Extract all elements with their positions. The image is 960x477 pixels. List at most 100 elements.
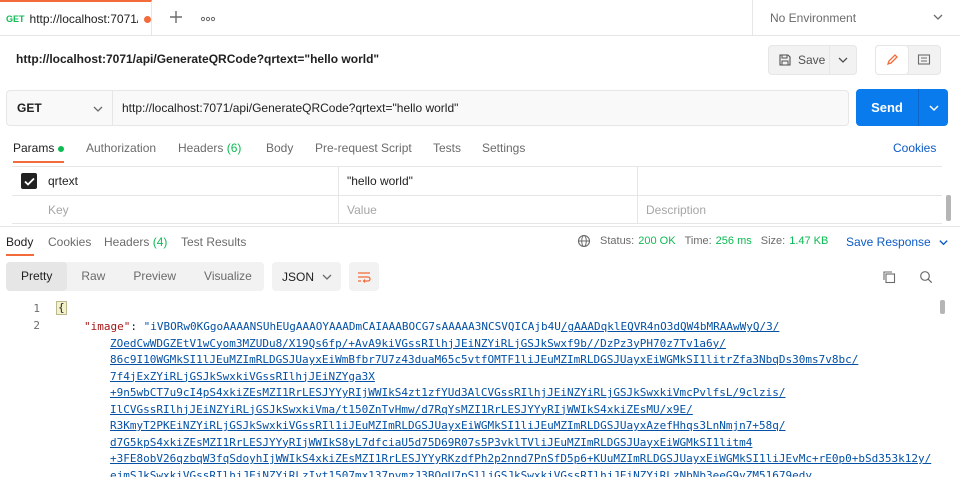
json-value-continuation[interactable]: 86c9I10WGMkSI1lJEuMZImRLDGSJUayxEiWmBfbr… [110,352,858,369]
editor-scrollbar[interactable] [940,300,945,314]
json-key: "image" [84,320,131,333]
chevron-down-icon [93,106,103,112]
wrap-lines-icon [358,271,371,283]
param-value-cell[interactable]: "hello world" [338,167,637,195]
tab-params[interactable]: Params [13,141,65,155]
more-horizontal-icon [200,16,216,22]
tab-body[interactable]: Body [266,141,293,155]
params-table: qrtext "hello world" Key Value Descripti… [12,166,942,224]
table-row: Key Value Description [12,195,942,224]
tab-params-label: Params [13,141,55,155]
tab-response-body[interactable]: Body [6,235,33,249]
size-value[interactable]: 1.47 KB [789,235,828,247]
json-value-continuation[interactable]: d7G5kpS4xkiZEsMZI1RrLESJYYyRIjWWIkS8yL7d… [110,435,752,452]
tab-authorization[interactable]: Authorization [86,141,156,155]
chevron-down-icon [928,104,939,111]
tab-response-cookies[interactable]: Cookies [48,235,91,249]
json-value-continuation[interactable]: IlCVGssRIlhjJEiNZYiRLjGSJkSwxkiVma/t150Z… [110,402,693,419]
comment-icon [917,54,931,65]
wrap-lines-button[interactable] [349,262,379,291]
params-active-dot-icon [58,145,65,152]
chevron-down-icon [933,14,943,20]
param-enabled-checkbox[interactable] [21,173,37,189]
json-value-start: "iVBORw0KGgoAAAANSUhEUgAAAOYAAADmCAIAAAB… [143,320,561,333]
json-value-continuation[interactable]: ejmSJkSwxkiVGssRIlhjJEiNZYiRLzIyt1507mx1… [110,468,812,477]
request-header: http://localhost:7071/api/GenerateQRCode… [0,37,960,81]
tab-tests[interactable]: Tests [433,141,461,155]
tab-headers-label: Headers [178,141,224,155]
plus-icon [170,11,182,23]
active-response-tab-indicator [6,254,34,256]
send-button[interactable]: Send [856,89,918,126]
tab-more-button[interactable] [198,8,218,28]
request-tabs: Params Authorization Headers (6) Body Pr… [0,133,960,163]
search-icon [920,271,933,284]
table-row: qrtext "hello world" [12,166,942,195]
json-value-link[interactable]: /gAAADqklEQVR4nO3dQW4bMRAAwWyQ/3/ [561,320,780,333]
json-colon: : [130,320,144,333]
tab-title: http://localhost:7071/api/GenerateQRCode… [29,12,138,26]
tab-response-headers-count: (4) [152,235,168,249]
json-value-continuation[interactable]: +9n5wbCT7u9cI4pS4xkiZEsMZI1RrLESJYYyRIjW… [110,385,786,402]
environment-select[interactable]: No Environment [752,0,960,36]
param-value-placeholder[interactable]: Value [338,196,637,224]
method-select[interactable]: GET [6,90,112,126]
line-number: 2 [33,319,40,332]
param-description-placeholder[interactable]: Description [637,196,942,224]
tab-settings[interactable]: Settings [482,141,525,155]
json-value-continuation[interactable]: ZOedCwWDGZEtV1wCyom3MZUDu8/X19Qs6fp/+AvA… [110,336,726,353]
method-label: GET [17,101,42,115]
json-value-continuation[interactable]: R3KmyT2PKEiNZYiRLjGSJkSwxkiVGssRIl1iJEuM… [110,418,786,435]
search-button[interactable] [915,266,937,288]
response-tabs: Body Cookies Headers (4) Test Results St… [0,226,960,256]
save-label: Save [798,53,826,67]
request-title[interactable]: http://localhost:7071/api/GenerateQRCode… [16,52,379,66]
new-tab-button[interactable] [166,8,186,28]
response-status: Status: 200 OK Time: 256 ms Size: 1.47 K… [577,234,828,248]
chevron-down-icon [322,274,332,280]
copy-icon [883,271,896,284]
time-value[interactable]: 256 ms [716,235,752,247]
response-view-toggle: Pretty Raw Preview Visualize [6,262,264,291]
tab-prerequest-script[interactable]: Pre-request Script [315,141,412,155]
request-tab[interactable]: GET http://localhost:7071/api/GenerateQR… [0,0,152,36]
save-options-button[interactable] [830,46,856,74]
checkmark-icon [23,177,35,186]
tab-response-headers[interactable]: Headers (4) [104,235,167,249]
time-label: Time: [684,235,712,247]
save-group: Save [768,45,857,75]
status-value[interactable]: 200 OK [638,235,675,247]
response-body-editor[interactable]: 1 2 { "image": "iVBORw0KGgoAAAANSUhEUgAA… [0,297,936,477]
param-description-cell[interactable] [637,167,942,195]
globe-icon[interactable] [577,234,591,248]
copy-button[interactable] [878,266,900,288]
view-preview-button[interactable]: Preview [119,262,190,291]
url-input[interactable]: http://localhost:7071/api/GenerateQRCode… [112,90,849,126]
save-button[interactable]: Save [769,46,831,74]
params-scrollbar[interactable] [946,195,951,221]
view-mode-toggle [875,45,941,75]
tab-test-results[interactable]: Test Results [181,235,246,249]
save-disk-icon [779,54,791,66]
view-raw-button[interactable]: Raw [67,262,119,291]
comments-button[interactable] [908,46,940,74]
json-value-continuation[interactable]: 7f4jExZYiRLjGSJkSwxkiVGssRIlhjJEiNZYga3X [110,369,375,386]
save-response-button[interactable]: Save Response [846,235,949,249]
param-key-placeholder[interactable]: Key [40,196,338,224]
send-options-button[interactable] [918,89,948,126]
tab-headers-count: (6) [226,141,242,155]
tab-headers[interactable]: Headers (6) [178,141,241,155]
json-value-continuation[interactable]: +3FE8obV26qzbqW3fqSdoyhIjWWIkS4xkiZEsMZI… [110,451,931,468]
cookies-link[interactable]: Cookies [893,141,936,155]
environment-label: No Environment [770,11,857,25]
edit-button[interactable] [876,46,908,74]
tab-method-label: GET [6,14,25,24]
chevron-down-icon [939,240,948,246]
size-label: Size: [760,235,786,247]
view-visualize-button[interactable]: Visualize [190,262,266,291]
chevron-down-icon [838,57,848,63]
tab-response-headers-label: Headers [104,235,150,249]
view-pretty-button[interactable]: Pretty [6,262,68,291]
param-key-cell[interactable]: qrtext [40,167,338,195]
format-select[interactable]: JSON [272,262,341,291]
